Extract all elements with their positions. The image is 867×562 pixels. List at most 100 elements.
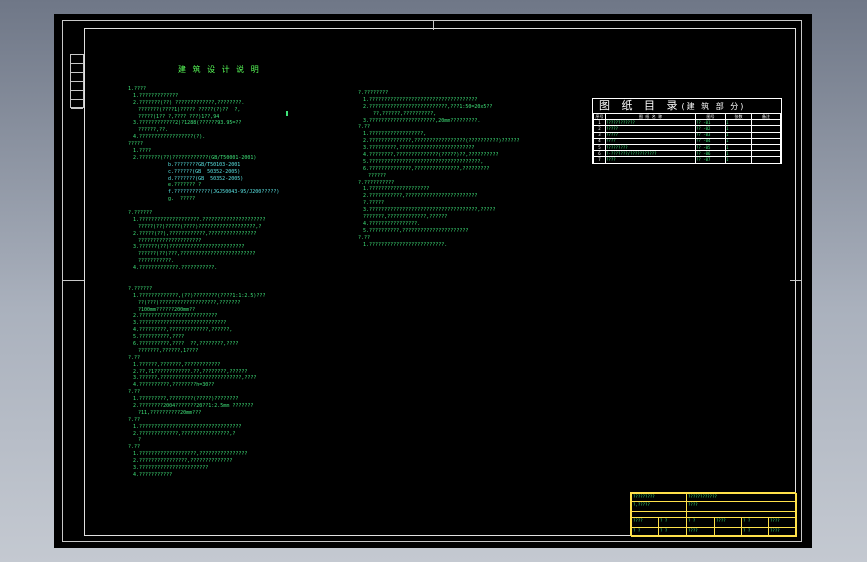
note-line: 4.?????????????.???????????. bbox=[133, 265, 218, 272]
note-line: ? bbox=[138, 437, 142, 444]
note-line: 2.?????(??),????????????,???????????????… bbox=[133, 230, 257, 237]
note-line: b.????????GB/T50103-2001 bbox=[168, 161, 241, 168]
note-line: 2.???????(??) ?????????????,????????. bbox=[133, 99, 245, 106]
note-line: 4.????????????????. bbox=[363, 220, 421, 227]
index-title-text: 图 纸 目 录 bbox=[599, 99, 682, 112]
note-line: ?.?? bbox=[128, 354, 141, 361]
design-notes-left: 1.???? 1.????????????? 2.???????(??) ?????… bbox=[128, 86, 279, 479]
index-cell: 7 bbox=[593, 156, 606, 164]
note-line: ???????,?????????????,?????? bbox=[363, 214, 448, 221]
tb-cell bbox=[714, 527, 742, 537]
note-line: 5.?????????????????????????????????????, bbox=[363, 158, 484, 165]
note-line: 1.?????????????????????????????????? bbox=[133, 423, 242, 430]
note-line: ??(???)???????????????????,??????? bbox=[138, 299, 241, 306]
note-line: g. ????? bbox=[168, 196, 196, 203]
note-line: 6.??????????,???? ??,????????,???? bbox=[133, 340, 239, 347]
note-line bbox=[128, 272, 279, 279]
note-line: ?11,??????????20mm??? bbox=[138, 409, 202, 416]
note-line: ?????(1?? ?,???? ???)1??,94 bbox=[138, 113, 220, 120]
note-line: 2.??,?1????????????.??,????????,?????? bbox=[133, 368, 248, 375]
note-line: ?.?? bbox=[128, 389, 141, 396]
note-line: ???????,??????,1???? bbox=[138, 347, 199, 354]
note-line: 1.?????????????,(??)????????(????1:1:2.5… bbox=[133, 292, 266, 299]
note-line: 1.????????????? bbox=[133, 92, 179, 99]
note-line: 3.??????,???????????????????????????,???… bbox=[133, 375, 257, 382]
note-line: 1.??????????????????, bbox=[363, 131, 427, 138]
note-line: 5.??????????,?????????????????????? bbox=[363, 227, 469, 234]
note-line: 2.???????????,???????????????????????? bbox=[363, 193, 478, 200]
index-cell: ???? bbox=[605, 156, 696, 164]
note-line: 1.???????????????????? bbox=[363, 186, 430, 193]
note-line: 3.??????????????????????,20mm?????????. bbox=[363, 117, 481, 124]
drawing-index-table: 图 纸 目 录(建 筑 部 分) 序号图 纸 名 称图号 张数 备注 1???????… bbox=[592, 98, 782, 164]
note-line: 3.?????????,????????????????????????? bbox=[363, 145, 475, 152]
note-line: 1.????????????????????.?????????????????… bbox=[133, 216, 266, 223]
note-line: 4.??????????,????????h=30?? bbox=[133, 382, 215, 389]
note-line: ????????????????????? bbox=[138, 237, 202, 244]
note-line: 6.??????????????,???????????????,???????… bbox=[363, 165, 490, 172]
note-line: ?.????? bbox=[363, 200, 385, 207]
note-line: 2.???????(??)????????????(GB/T50001-2001… bbox=[133, 154, 257, 161]
note-line: 3.??????(??)????????????????????????? bbox=[133, 244, 245, 251]
note-line: ?????? bbox=[368, 172, 387, 179]
binding-margin-strip bbox=[70, 54, 84, 109]
index-title: 图 纸 目 录(建 筑 部 分) bbox=[593, 99, 781, 113]
note-line: 1.???? bbox=[133, 148, 152, 155]
note-line: 4.????????,??????????????(?????)??,?????… bbox=[363, 152, 499, 159]
tb-cell: ? ? bbox=[658, 527, 687, 537]
note-line: 2.????????2004???????20??1:2.5mm ??????? bbox=[133, 402, 254, 409]
note-line: ?.?????????? bbox=[358, 179, 395, 186]
index-cell: ?? -07 bbox=[695, 156, 726, 164]
note-line: e.??????? ? bbox=[168, 182, 202, 189]
note-line: 3.????????????2)?1288(??????93.95=?? bbox=[133, 120, 242, 127]
tb-cell: ???? bbox=[768, 527, 797, 537]
design-notes-right: ?.???????? 1.????????????????????????????… bbox=[358, 90, 520, 248]
center-mark-right bbox=[790, 280, 802, 281]
note-line: ??????(??)???,????????????????????????? bbox=[138, 251, 256, 258]
note-line: ?.???????? bbox=[358, 90, 389, 96]
note-line: ?100mm??????200mm?? bbox=[138, 306, 196, 313]
note-line: 1.???? bbox=[128, 86, 147, 92]
note-line: ?????(??)?????(????)???????????????????,… bbox=[138, 223, 262, 230]
note-line: 1.???????????????????????????????????? bbox=[363, 96, 478, 103]
note-line bbox=[128, 203, 279, 210]
note-line: 4.??????????? bbox=[133, 471, 173, 478]
note-line: ??????,??. bbox=[138, 127, 169, 134]
tb-cell: ???? bbox=[686, 527, 715, 537]
note-line: f.????????????(JGJ50043-95/J200?????) bbox=[168, 189, 280, 196]
note-line: 3.????????????????????????????????????,?… bbox=[363, 207, 496, 214]
note-line: 2.?????????????,????????????????,? bbox=[133, 430, 236, 437]
table-row: 7?????? -07 1 bbox=[593, 156, 781, 164]
tb-cell: ? ? bbox=[631, 527, 659, 537]
note-line: ???????(????1)????? ?????(?)?? ?, bbox=[138, 106, 241, 113]
note-marker bbox=[286, 111, 288, 116]
note-line: ?.?? bbox=[128, 444, 141, 451]
title-block: ????????? ???????????? ?,????? ???? ????… bbox=[630, 492, 797, 537]
note-line: 4.??????????????????(?). bbox=[133, 134, 206, 141]
note-line: 5.??????????,???? bbox=[133, 334, 185, 341]
note-line: 4.?????????,?????????????,??????, bbox=[133, 327, 233, 334]
tb-cell: ? ? bbox=[741, 527, 769, 537]
note-line: 1.?????????,????????(?????)???????? bbox=[133, 396, 239, 403]
drawing-title: 建 筑 设 计 说 明 bbox=[178, 65, 261, 74]
note-line: 2.??????????????????????????,???1:50=20x… bbox=[363, 103, 493, 110]
note-line: 1.??????,???????,???????????? bbox=[133, 361, 221, 368]
note-line: ?.?? bbox=[128, 416, 141, 423]
note-line bbox=[128, 279, 279, 286]
note-line: ?.?????? bbox=[128, 285, 153, 292]
note-line: ?.?? bbox=[358, 124, 371, 131]
index-subtitle: (建 筑 部 分) bbox=[681, 102, 746, 111]
note-line: 3.????????????????????????????? bbox=[133, 320, 227, 327]
note-line: 3.??????????????????????? bbox=[133, 464, 209, 471]
index-cell: 1 bbox=[725, 156, 752, 164]
cad-drawing-canvas[interactable]: 建 筑 设 计 说 明 1.???? 1.????????????? 2.?????… bbox=[54, 14, 812, 548]
note-line: 2.????????????????,?????????????? bbox=[133, 458, 233, 465]
center-mark-top bbox=[433, 20, 434, 30]
note-line: ???????????. bbox=[138, 258, 175, 265]
index-grid: 序号图 纸 名 称图号 张数 备注 1?????????????? -01 1 2????… bbox=[593, 112, 781, 164]
note-line: ??,??????,??????????, bbox=[373, 110, 437, 117]
note-line: ?.?????? bbox=[128, 210, 153, 217]
note-line: 2.?????????????????????????? bbox=[133, 313, 218, 320]
note-line: 2.??????????????,?????????????????(?????… bbox=[363, 138, 520, 145]
note-line: 1.???????????????????,???????????????? bbox=[133, 451, 248, 458]
